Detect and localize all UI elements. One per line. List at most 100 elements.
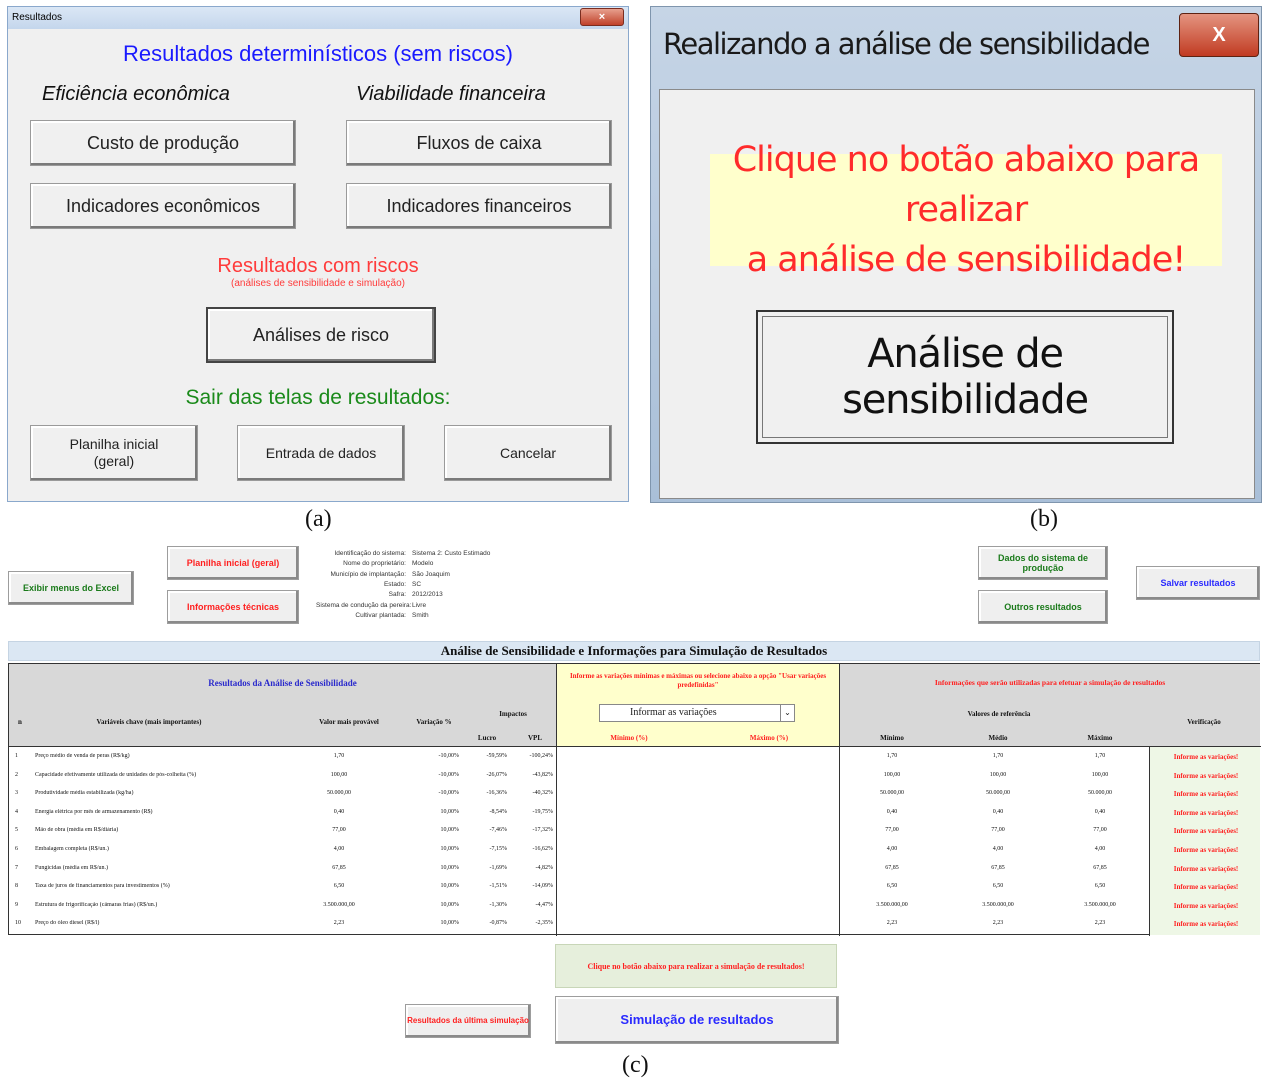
row-verificacao: Informe as variações! xyxy=(1173,901,1239,910)
id-row: Sistema de condução da pereira: Livre xyxy=(316,602,636,612)
col-title-financial: Viabilidade financeira xyxy=(356,83,546,105)
col-valor: Valor mais provável xyxy=(319,718,379,726)
row-valor: 6,50 xyxy=(333,883,345,890)
table-row: 3 Produtividade média estabilizada (kg/ha… xyxy=(9,785,1261,803)
indicadores-financeiros-button[interactable]: Indicadores financeiros xyxy=(346,183,612,229)
table-row: 10 Preço do óleo diesel (R$/l) 2,23 10,00% -… xyxy=(9,915,1261,933)
caption-a: (a) xyxy=(305,506,332,532)
row-vpl: -19,75% xyxy=(532,808,554,815)
exibir-menus-button[interactable]: Exibir menus do Excel xyxy=(8,571,134,605)
close-button[interactable]: × xyxy=(580,8,624,26)
indicadores-economicos-button[interactable]: Indicadores econômicos xyxy=(30,183,296,229)
heading-risks: Resultados com riscos xyxy=(217,255,419,277)
row-maximo: 50.000,00 xyxy=(1088,790,1112,797)
window-title: Resultados xyxy=(12,12,63,23)
informacoes-tecnicas-button[interactable]: Informações técnicas xyxy=(167,590,299,624)
entrada-dados-button[interactable]: Entrada de dados xyxy=(237,425,405,481)
analise-sensibilidade-button[interactable]: Análise de sensibilidade xyxy=(756,310,1174,444)
row-lucro: -59,59% xyxy=(486,753,508,759)
col-verificacao: Verificação xyxy=(1187,718,1221,726)
row-variacao: 10,00% xyxy=(440,864,460,871)
custo-producao-button[interactable]: Custo de produção xyxy=(30,120,296,166)
row-variacao: -10,00% xyxy=(438,790,460,797)
col-variacao: Variação % xyxy=(416,718,452,726)
row-vpl: -2,35% xyxy=(535,920,554,927)
system-identification: Identificação do sistema: Sistema 2: Cust… xyxy=(316,550,636,630)
row-n: 6 xyxy=(15,846,18,852)
table-row: 2 Capacidade efetivamente utilizada de un… xyxy=(9,767,1261,785)
row-variavel: Preço médio de venda de peras (R$/kg) xyxy=(35,753,130,759)
row-maximo: 6,50 xyxy=(1094,883,1106,890)
row-vpl: -43,82% xyxy=(532,771,554,778)
row-maximo: 1,70 xyxy=(1094,753,1106,759)
id-row: Identificação do sistema: Sistema 2: Cust… xyxy=(316,550,636,560)
row-lucro: -0,87% xyxy=(489,920,508,927)
id-row: Cultivar plantada: Smith xyxy=(316,612,636,622)
dados-sistema-button[interactable]: Dados do sistema de produção xyxy=(978,546,1108,580)
instruction-line1: Clique no botão abaixo para realizar xyxy=(732,140,1201,230)
salvar-resultados-button[interactable]: Salvar resultados xyxy=(1136,566,1260,600)
planilha-inicial-button[interactable]: Planilha inicial (geral) xyxy=(30,425,198,481)
window-title: Realizando a análise de sensibilidade xyxy=(663,27,1150,61)
row-minimo: 4,00 xyxy=(886,846,898,852)
col-medio: Médio xyxy=(988,734,1008,742)
col-valores-ref: Valores de referência xyxy=(967,710,1031,718)
row-minimo: 3.500.000,00 xyxy=(876,901,908,908)
close-button[interactable]: X xyxy=(1179,13,1259,57)
row-medio: 100,00 xyxy=(989,771,1007,778)
row-variavel: Mão de obra (média em R$/diária) xyxy=(35,827,119,834)
col-min-pct: Mínimo (%) xyxy=(610,734,648,742)
row-vpl: -4,82% xyxy=(535,864,554,871)
row-n: 8 xyxy=(15,883,18,890)
id-label: Cultivar plantada: xyxy=(355,611,406,619)
row-variavel: Capacidade efetivamente utilizada de uni… xyxy=(35,771,197,778)
row-verificacao: Informe as variações! xyxy=(1173,883,1239,892)
row-valor: 77,00 xyxy=(332,827,346,834)
id-row: Nome do proprietário: Modelo xyxy=(316,560,636,570)
fluxos-caixa-button[interactable]: Fluxos de caixa xyxy=(346,120,612,166)
outros-resultados-button[interactable]: Outros resultados xyxy=(978,590,1108,624)
row-variacao: -10,00% xyxy=(438,753,460,759)
row-lucro: -7,46% xyxy=(489,827,508,834)
simulacao-resultados-button[interactable]: Simulação de resultados xyxy=(555,996,839,1044)
table-body: 1 Preço médio de venda de peras (R$/kg) 1,… xyxy=(9,748,1261,934)
col-vpl: VPL xyxy=(528,734,542,742)
right-header: Informações que serão utilizadas para ef… xyxy=(934,678,1166,687)
row-minimo: 67,85 xyxy=(885,864,899,871)
close-icon: X xyxy=(1212,23,1226,46)
row-medio: 2,23 xyxy=(992,920,1004,927)
planilha-inicial-line1: Planilha inicial xyxy=(69,436,159,452)
row-variavel: Produtividade média estabilizada (kg/ha) xyxy=(35,790,134,797)
analises-risco-button[interactable]: Análises de risco xyxy=(206,307,436,363)
sheet-title: Análise de Sensibilidade e Informações p… xyxy=(8,641,1260,661)
id-value: SC xyxy=(412,580,422,588)
row-minimo: 6,50 xyxy=(886,883,898,890)
ultima-simulacao-button[interactable]: Resultados da última simulação xyxy=(405,1004,531,1038)
row-verificacao: Informe as variações! xyxy=(1173,790,1239,799)
row-verificacao: Informe as variações! xyxy=(1173,864,1239,873)
row-n: 1 xyxy=(15,753,18,759)
row-lucro: -16,36% xyxy=(486,790,508,797)
window-client: Clique no botão abaixo para realizar a a… xyxy=(659,89,1255,499)
planilha-inicial-button[interactable]: Planilha inicial (geral) xyxy=(167,546,299,580)
row-vpl: -16,62% xyxy=(532,846,554,852)
cancelar-button[interactable]: Cancelar xyxy=(444,425,612,481)
row-variacao: 10,00% xyxy=(440,883,460,890)
row-variacao: 10,00% xyxy=(440,901,460,908)
row-lucro: -8,54% xyxy=(489,808,508,815)
variation-dropdown[interactable]: Informar as variações ⌄ xyxy=(599,704,795,722)
row-n: 3 xyxy=(15,790,18,797)
dropdown-value: Informar as variações xyxy=(630,707,717,718)
row-lucro: -1,30% xyxy=(489,901,508,908)
row-valor: 100,00 xyxy=(330,771,348,778)
chevron-down-icon: ⌄ xyxy=(780,705,794,721)
table-row: 6 Embalagem completa (R$/un.) 4,00 10,00% -7… xyxy=(9,841,1261,859)
row-lucro: -1,51% xyxy=(489,883,508,890)
row-n: 7 xyxy=(15,864,18,871)
left-header: Resultados da Análise de Sensibilidade xyxy=(208,678,357,688)
row-medio: 77,00 xyxy=(991,827,1005,834)
id-value: Sistema 2: Custo Estimado xyxy=(412,550,491,557)
results-window: Resultados × Resultados determinísticos … xyxy=(7,6,629,502)
row-n: 5 xyxy=(15,827,18,834)
row-valor: 2,23 xyxy=(333,920,345,927)
